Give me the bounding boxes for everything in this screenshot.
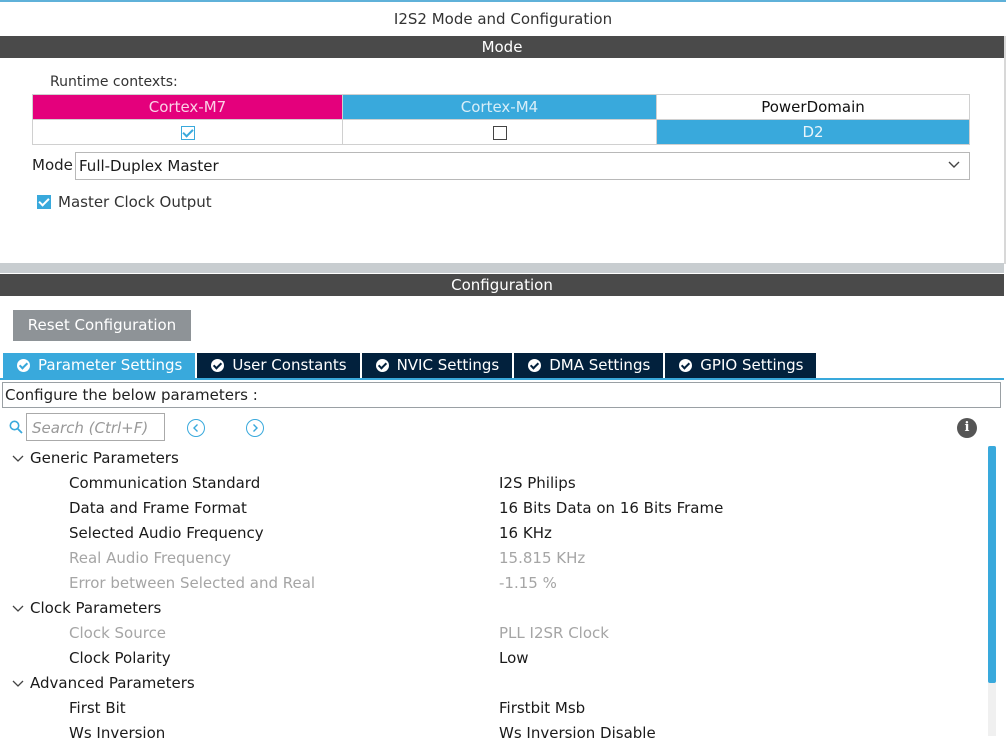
- configuration-section-header[interactable]: Configuration: [0, 274, 1004, 296]
- group-clock-parameters[interactable]: Clock Parameters: [12, 596, 161, 621]
- param-value[interactable]: 16 KHz: [499, 521, 552, 546]
- tab-dma-settings[interactable]: DMA Settings: [514, 353, 664, 378]
- param-name: Clock Source: [69, 624, 167, 642]
- tab-nvic-settings[interactable]: NVIC Settings: [361, 353, 513, 378]
- info-icon[interactable]: i: [957, 418, 977, 438]
- check-circle-icon: [375, 359, 389, 372]
- configure-parameters-text: Configure the below parameters :: [5, 386, 258, 404]
- tab-label: Parameter Settings: [38, 356, 183, 374]
- group-generic-parameters[interactable]: Generic Parameters: [12, 446, 179, 471]
- context-cell-cortex-m7: [32, 119, 343, 145]
- param-name: Selected Audio Frequency: [69, 524, 264, 542]
- window-title: I2S2 Mode and Configuration: [393, 10, 613, 28]
- mode-label: Mode: [32, 156, 73, 174]
- tab-parameter-settings[interactable]: Parameter Settings: [3, 353, 196, 378]
- configure-parameters-box: Configure the below parameters :: [2, 382, 1001, 408]
- param-value[interactable]: I2S Philips: [499, 471, 576, 496]
- master-clock-output-option[interactable]: Master Clock Output: [37, 192, 212, 211]
- search-field[interactable]: [26, 413, 165, 441]
- param-value[interactable]: Firstbit Msb: [499, 696, 585, 721]
- context-cell-cortex-m4: [342, 119, 657, 145]
- param-value: PLL I2SR Clock: [499, 624, 609, 642]
- param-value[interactable]: 16 Bits Data on 16 Bits Frame: [499, 496, 723, 521]
- param-name: Clock Polarity: [69, 649, 171, 667]
- mode-select-value: Full-Duplex Master: [79, 157, 219, 175]
- check-circle-icon: [528, 359, 542, 372]
- scrollbar-thumb[interactable]: [988, 446, 996, 683]
- tab-gpio-settings[interactable]: GPIO Settings: [665, 353, 817, 378]
- context-header-cortex-m7: Cortex-M7: [32, 94, 343, 120]
- context-header-cortex-m4: Cortex-M4: [342, 94, 657, 120]
- search-next-button[interactable]: [246, 419, 264, 437]
- cortex-m7-checkbox[interactable]: [180, 125, 195, 140]
- param-name: Error between Selected and Real: [69, 574, 316, 592]
- chevron-down-icon: [12, 680, 24, 687]
- check-circle-icon: [679, 359, 693, 372]
- group-advanced-parameters[interactable]: Advanced Parameters: [12, 671, 195, 696]
- tab-label: NVIC Settings: [396, 356, 500, 374]
- group-label: Advanced Parameters: [30, 674, 195, 692]
- param-value: -1.15 %: [499, 574, 557, 592]
- powerdomain-value: D2: [656, 119, 970, 145]
- master-clock-output-label: Master Clock Output: [58, 192, 212, 211]
- section-divider[interactable]: [0, 263, 1004, 273]
- param-value[interactable]: Low: [499, 646, 529, 671]
- param-name: First Bit: [69, 699, 126, 717]
- chevron-right-icon: [253, 424, 258, 432]
- runtime-contexts-label: Runtime contexts:: [50, 74, 178, 90]
- search-input[interactable]: [30, 416, 164, 440]
- tab-label: DMA Settings: [549, 356, 651, 374]
- chevron-down-icon: [12, 605, 24, 612]
- chevron-down-icon: [12, 455, 24, 462]
- search-previous-button[interactable]: [187, 419, 205, 437]
- param-name: Real Audio Frequency: [69, 549, 231, 567]
- runtime-contexts-table: Cortex-M7 Cortex-M4 PowerDomain D2: [32, 94, 970, 145]
- search-icon[interactable]: [9, 420, 23, 434]
- check-circle-icon: [17, 359, 30, 372]
- param-value: 15.815 KHz: [499, 549, 586, 567]
- context-header-powerdomain: PowerDomain: [656, 94, 970, 120]
- mode-select[interactable]: Full-Duplex Master: [75, 152, 970, 180]
- tab-label: User Constants: [232, 356, 347, 374]
- param-name: Communication Standard: [69, 474, 261, 492]
- cortex-m4-checkbox[interactable]: [492, 125, 507, 140]
- tab-underline: [0, 378, 1004, 380]
- chevron-down-icon: [948, 161, 960, 168]
- mode-section-header[interactable]: Mode: [0, 36, 1004, 58]
- check-circle-icon: [211, 359, 225, 372]
- chevron-left-icon: [193, 424, 198, 432]
- tab-user-constants[interactable]: User Constants: [197, 353, 360, 378]
- group-label: Generic Parameters: [30, 449, 179, 467]
- tab-label: GPIO Settings: [700, 356, 804, 374]
- reset-configuration-button[interactable]: Reset Configuration: [13, 310, 191, 341]
- group-label: Clock Parameters: [30, 599, 162, 617]
- master-clock-output-checkbox[interactable]: [37, 194, 51, 209]
- config-tabs: Parameter Settings User Constants NVIC S…: [3, 353, 818, 378]
- param-name: Data and Frame Format: [69, 499, 247, 517]
